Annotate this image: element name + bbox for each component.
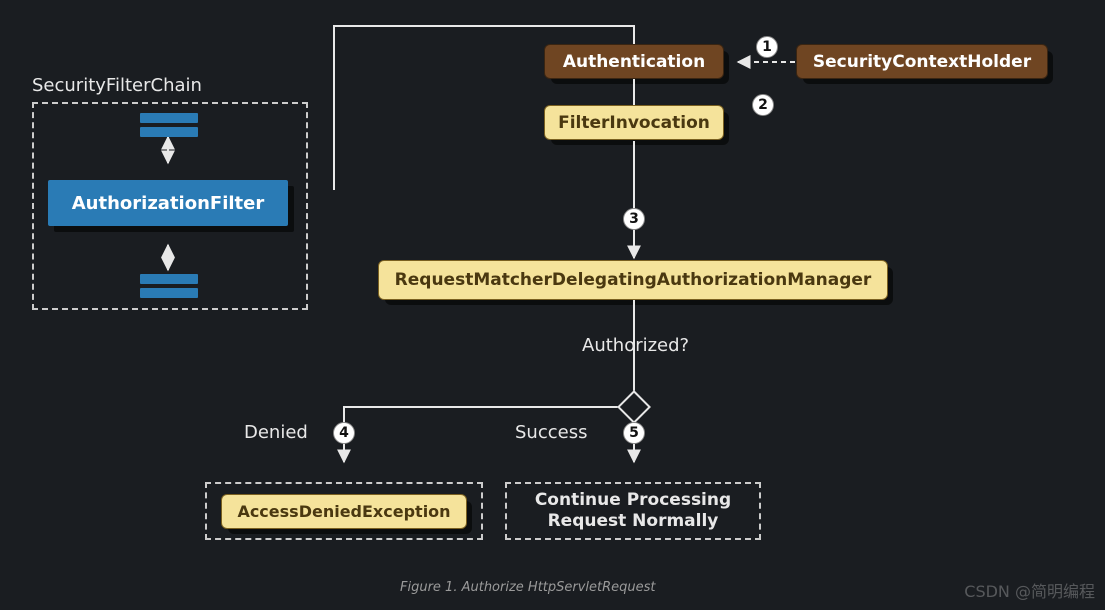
- denied-label: Denied: [244, 422, 308, 443]
- filter-bar-icon: [140, 113, 198, 123]
- figure-caption: Figure 1. Authorize HttpServletRequest: [400, 580, 656, 595]
- step-badge-2: 2: [752, 94, 774, 116]
- access-denied-exception-node: AccessDeniedException: [221, 494, 467, 529]
- authentication-node: Authentication: [544, 44, 724, 79]
- filter-invocation-label: FilterInvocation: [558, 113, 710, 133]
- authorization-manager-label: RequestMatcherDelegatingAuthorizationMan…: [395, 270, 872, 290]
- access-denied-box: AccessDeniedException: [205, 482, 483, 540]
- success-label: Success: [515, 422, 587, 443]
- chain-title-label: SecurityFilterChain: [32, 75, 202, 96]
- security-context-holder-node: SecurityContextHolder: [796, 44, 1048, 79]
- step-badge-3: 3: [623, 208, 645, 230]
- step-badge-1: 1: [756, 36, 778, 58]
- filter-bar-icon: [140, 127, 198, 137]
- access-denied-exception-label: AccessDeniedException: [237, 502, 450, 521]
- filter-bar-icon: [140, 288, 198, 298]
- filter-bar-icon: [140, 274, 198, 284]
- continue-processing-box: Continue Processing Request Normally: [505, 482, 761, 540]
- authorized-label: Authorized?: [582, 335, 689, 356]
- step-badge-4: 4: [333, 422, 355, 444]
- continue-line1: Continue Processing: [535, 490, 731, 511]
- security-context-holder-label: SecurityContextHolder: [813, 52, 1031, 72]
- continue-line2: Request Normally: [548, 511, 719, 532]
- step-badge-5: 5: [623, 422, 645, 444]
- authorization-filter-node: AuthorizationFilter: [48, 180, 288, 226]
- authentication-label: Authentication: [563, 52, 705, 72]
- watermark-text: CSDN @简明编程: [964, 578, 1095, 602]
- filter-invocation-node: FilterInvocation: [544, 105, 724, 140]
- authorization-filter-label: AuthorizationFilter: [72, 193, 264, 214]
- authorization-manager-node: RequestMatcherDelegatingAuthorizationMan…: [378, 260, 888, 300]
